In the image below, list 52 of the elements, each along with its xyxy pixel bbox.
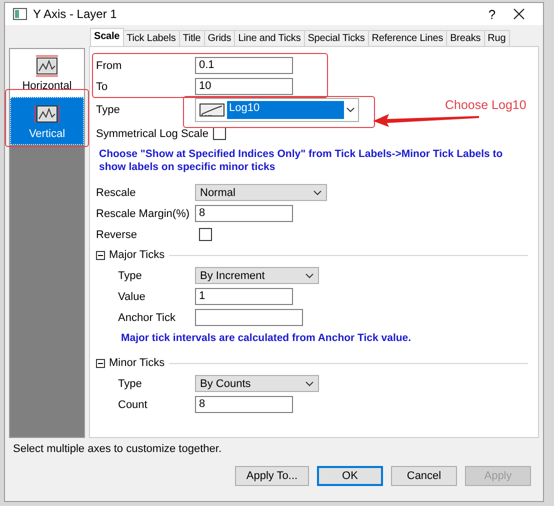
dropdown[interactable]: By Counts xyxy=(195,375,319,392)
field-label: To xyxy=(96,80,109,92)
dropdown[interactable]: Normal xyxy=(195,184,327,201)
annotation-text: Choose Log10 xyxy=(445,98,526,112)
dialog-button[interactable]: Apply To... xyxy=(235,466,309,486)
axis-icon xyxy=(33,102,61,126)
chevron-down-icon xyxy=(346,107,355,113)
field-label: Reverse xyxy=(96,228,138,240)
chevron-down-icon xyxy=(305,272,314,278)
chevron-down-icon xyxy=(305,380,314,386)
input-field[interactable] xyxy=(195,309,303,326)
window-icon xyxy=(13,8,27,20)
help-button[interactable]: ? xyxy=(477,6,507,22)
hint-text: Major tick intervals are calculated from Anchor Tick value. xyxy=(120,331,412,346)
input-field[interactable]: 10 xyxy=(195,78,293,95)
input-field[interactable]: 8 xyxy=(195,205,293,222)
dropdown[interactable]: Log10 xyxy=(195,98,359,122)
input-field[interactable]: 8 xyxy=(195,396,293,413)
chevron-down-icon xyxy=(313,190,322,196)
field-label: Rescale xyxy=(96,186,137,198)
arrow-icon xyxy=(371,113,481,127)
field-label: From xyxy=(96,60,123,72)
field-label: Count xyxy=(118,398,148,410)
field-label: Symmetrical Log Scale xyxy=(96,128,208,140)
log-scale-icon xyxy=(199,103,225,117)
field-label: Value xyxy=(118,290,146,302)
status-text: Select multiple axes to customize together. xyxy=(12,442,222,457)
dialog-button[interactable]: OK xyxy=(317,466,383,486)
collapse-icon[interactable] xyxy=(96,250,105,260)
field-label: Type xyxy=(118,270,143,282)
field-label: Type xyxy=(118,378,143,390)
tab[interactable]: Special Ticks xyxy=(304,30,369,46)
hint-text: Choose "Show at Specified Indices Only" from Tick Labels->Minor Tick Labels to show labels on specific minor ticks xyxy=(98,147,504,175)
dropdown[interactable]: By Increment xyxy=(195,267,319,284)
sidebar-item[interactable]: Horizontal xyxy=(10,49,84,97)
field-label: Rescale Margin(%) xyxy=(96,208,191,220)
section-title: Major Ticks xyxy=(109,249,165,261)
field-label: Type xyxy=(96,104,121,116)
checkbox[interactable] xyxy=(199,228,212,241)
window-title: Y Axis - Layer 1 xyxy=(33,7,118,21)
close-icon[interactable] xyxy=(513,8,525,20)
input-field[interactable]: 1 xyxy=(195,288,293,305)
sidebar-item[interactable]: Vertical xyxy=(10,97,84,145)
input-field[interactable]: 0.1 xyxy=(195,57,293,74)
tab[interactable]: Scale xyxy=(90,28,124,46)
checkbox[interactable] xyxy=(212,127,226,140)
axis-icon xyxy=(33,54,61,78)
dialog-button[interactable]: Cancel xyxy=(391,466,457,486)
section-title: Minor Ticks xyxy=(109,357,165,369)
tab[interactable]: Rug xyxy=(484,30,510,46)
field-label: Anchor Tick xyxy=(118,312,176,324)
collapse-icon[interactable] xyxy=(96,358,105,368)
